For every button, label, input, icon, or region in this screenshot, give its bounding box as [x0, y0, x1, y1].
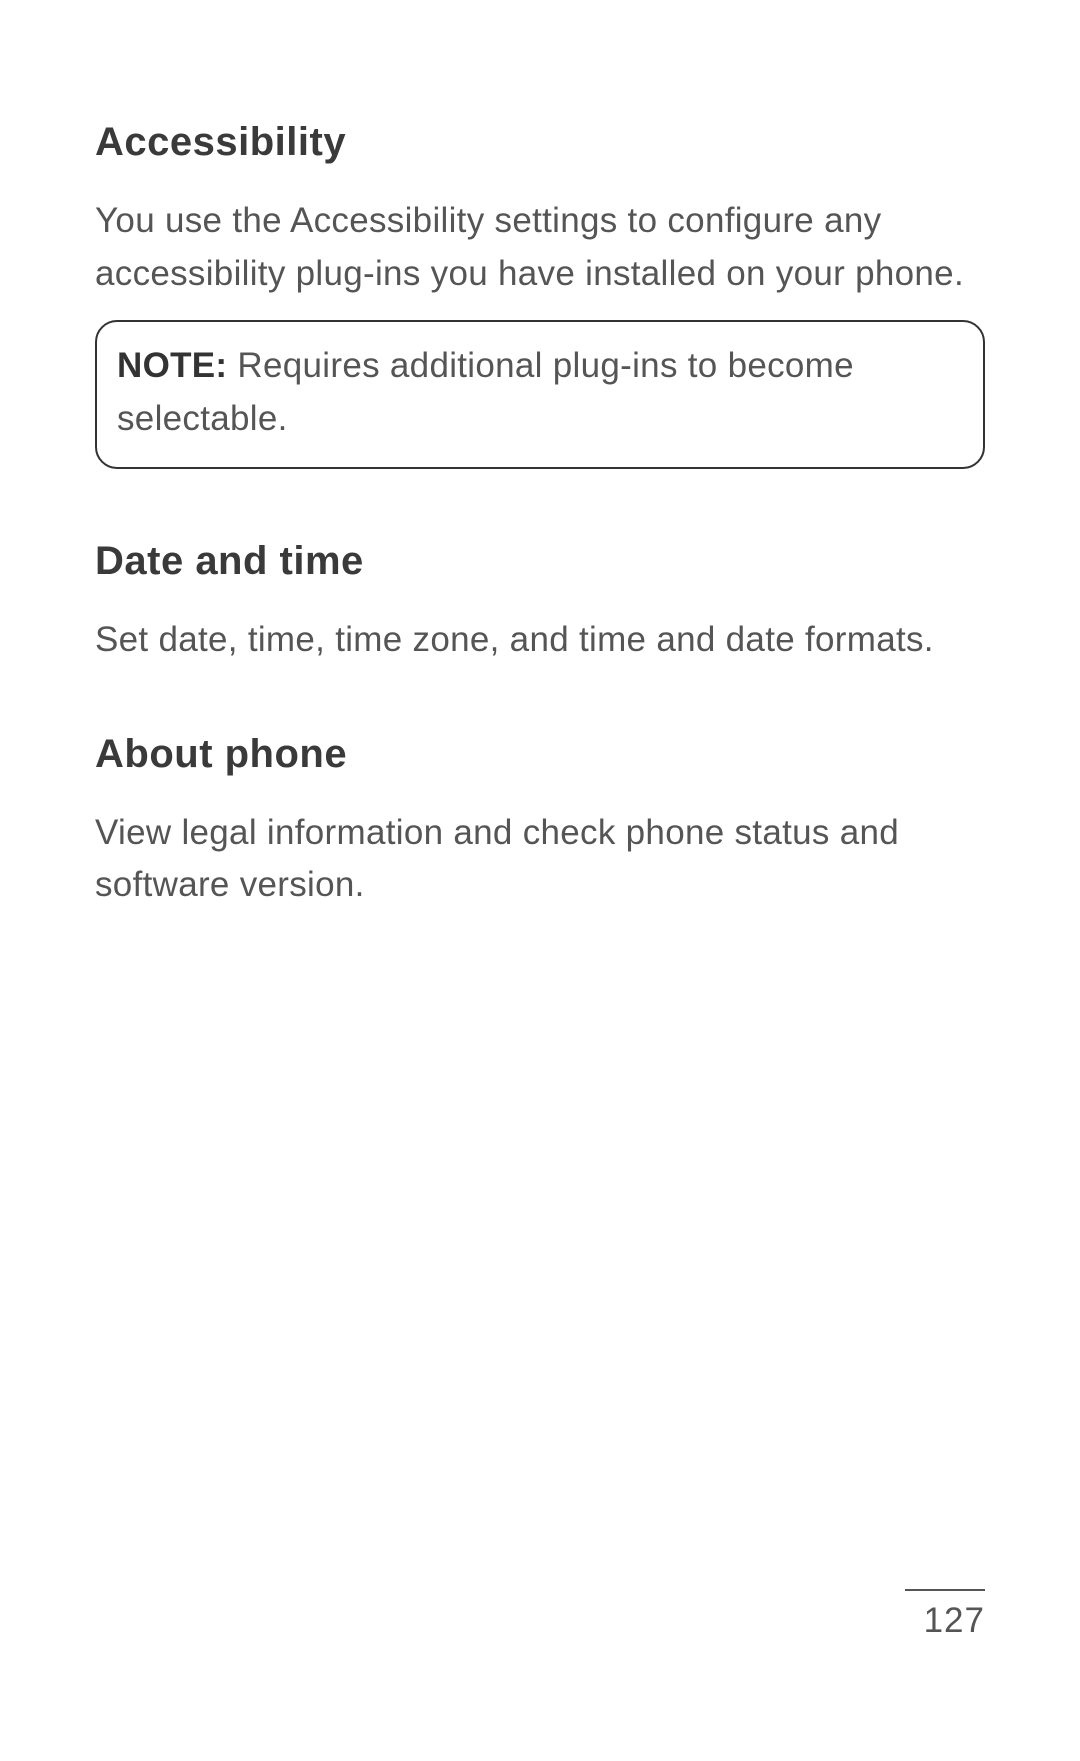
- section-accessibility: Accessibility You use the Accessibility …: [95, 120, 985, 469]
- heading-datetime: Date and time: [95, 539, 985, 584]
- body-accessibility: You use the Accessibility settings to co…: [95, 195, 985, 300]
- section-datetime: Date and time Set date, time, time zone,…: [95, 539, 985, 667]
- page-number: 127: [905, 1601, 985, 1641]
- section-about: About phone View legal information and c…: [95, 732, 985, 912]
- page-number-divider: [905, 1589, 985, 1591]
- note-content: NOTE: Requires additional plug-ins to be…: [117, 346, 854, 438]
- note-box: NOTE: Requires additional plug-ins to be…: [95, 320, 985, 469]
- body-about: View legal information and check phone s…: [95, 807, 985, 912]
- note-body: Requires additional plug-ins to become s…: [117, 346, 854, 438]
- note-label: NOTE:: [117, 346, 227, 385]
- body-datetime: Set date, time, time zone, and time and …: [95, 614, 985, 667]
- heading-accessibility: Accessibility: [95, 120, 985, 165]
- page-content: Accessibility You use the Accessibility …: [0, 0, 1080, 912]
- page-footer: 127: [905, 1589, 985, 1641]
- heading-about: About phone: [95, 732, 985, 777]
